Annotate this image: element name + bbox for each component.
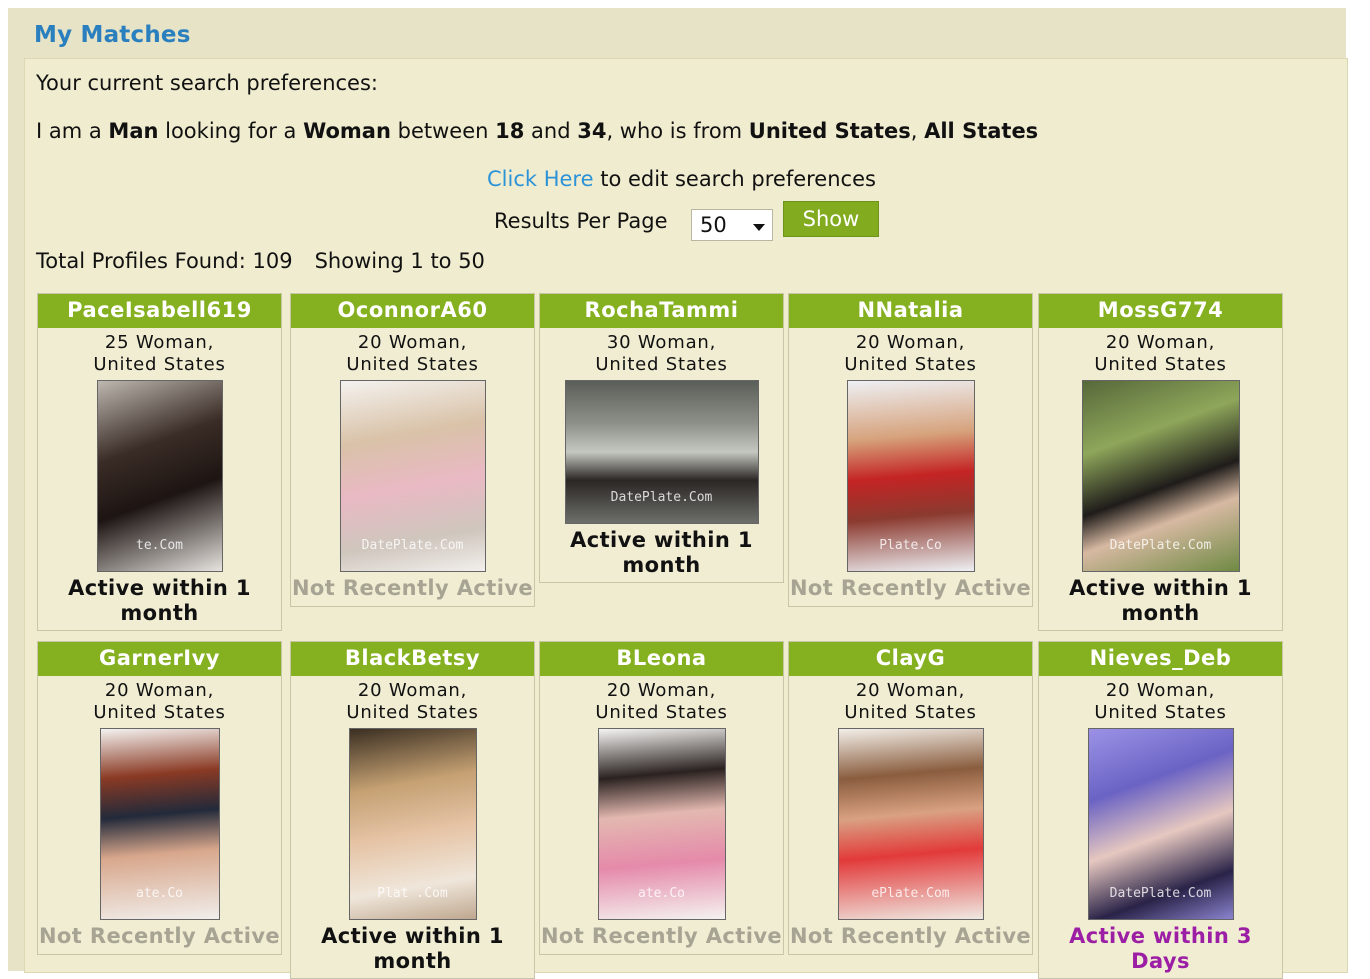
profile-card: NNatalia 20 Woman, United States Plate.Co… xyxy=(788,293,1033,607)
activity-status: Not Recently Active xyxy=(291,576,534,600)
profile-photo[interactable]: DatePlate.Com xyxy=(339,380,486,572)
pref-country: United States xyxy=(748,119,911,143)
profile-name[interactable]: ClayG xyxy=(789,642,1032,676)
profile-card: ClayG 20 Woman, United States ePlate.Com … xyxy=(788,641,1033,955)
profile-name[interactable]: BlackBetsy xyxy=(291,642,534,676)
profile-photo[interactable]: ate.Co xyxy=(597,728,726,920)
profile-card: OconnorA60 20 Woman, United States DatePl… xyxy=(290,293,535,607)
profile-card: GarnerIvy 20 Woman, United States ate.Co … xyxy=(37,641,282,955)
profile-photo[interactable]: te.Com xyxy=(96,380,223,572)
profile-card: BLeona 20 Woman, United States ate.Co Not… xyxy=(539,641,784,955)
results-per-page-select[interactable]: 50 xyxy=(691,209,773,241)
profile-card: PaceIsabell619 25 Woman, United States te… xyxy=(37,293,282,631)
activity-status: Active within 1 month xyxy=(1069,576,1252,625)
profile-name[interactable]: OconnorA60 xyxy=(291,294,534,328)
profile-photo[interactable]: Plat .Com xyxy=(348,728,477,920)
profile-photo[interactable]: ePlate.Com xyxy=(837,728,984,920)
chevron-down-icon xyxy=(753,224,765,231)
profile-info: 20 Woman, United States xyxy=(1094,332,1227,375)
activity-status: Not Recently Active xyxy=(38,924,281,948)
page-container: My Matches Your current search preferenc… xyxy=(8,8,1348,979)
pref-gender: Man xyxy=(108,119,159,143)
profile-card: MossG774 20 Woman, United States DatePlat… xyxy=(1038,293,1283,631)
activity-status: Not Recently Active xyxy=(789,576,1032,600)
pref-seeking: Woman xyxy=(303,119,391,143)
profile-name[interactable]: NNatalia xyxy=(789,294,1032,328)
profile-name[interactable]: GarnerIvy xyxy=(38,642,281,676)
profile-info: 20 Woman, United States xyxy=(346,332,479,375)
profile-card: RochaTammi 30 Woman, United States DatePl… xyxy=(539,293,784,583)
results-summary: Total Profiles Found: 109 Showing 1 to 50 xyxy=(36,249,485,273)
profile-name[interactable]: BLeona xyxy=(540,642,783,676)
activity-status: Not Recently Active xyxy=(540,924,783,948)
pref-region: All States xyxy=(924,119,1039,143)
profile-info: 20 Woman, United States xyxy=(93,680,226,723)
profile-info: 20 Woman, United States xyxy=(346,680,479,723)
activity-status: Active within 3 Days xyxy=(1069,924,1252,973)
profile-info: 25 Woman, United States xyxy=(93,332,226,375)
activity-status: Not Recently Active xyxy=(789,924,1032,948)
profile-name[interactable]: RochaTammi xyxy=(540,294,783,328)
profile-photo[interactable]: Plate.Co xyxy=(846,380,975,572)
showing-range: Showing 1 to 50 xyxy=(314,249,485,273)
profile-card: BlackBetsy 20 Woman, United States Plat .… xyxy=(290,641,535,979)
results-per-page-label: Results Per Page xyxy=(494,209,668,233)
profile-info: 20 Woman, United States xyxy=(844,680,977,723)
show-button[interactable]: Show xyxy=(783,201,879,237)
profile-info: 20 Woman, United States xyxy=(844,332,977,375)
profile-info: 20 Woman, United States xyxy=(595,680,728,723)
preferences-heading: Your current search preferences: xyxy=(36,71,378,95)
profile-photo[interactable]: DatePlate.Com xyxy=(1087,728,1234,920)
profile-name[interactable]: MossG774 xyxy=(1039,294,1282,328)
profile-photo[interactable]: ate.Co xyxy=(99,728,220,920)
pref-age-max: 34 xyxy=(577,119,607,143)
edit-preferences-link[interactable]: Click Here xyxy=(487,167,594,191)
profile-photo[interactable]: DatePlate.Com xyxy=(1081,380,1240,572)
preferences-summary: I am a Man looking for a Woman between 1… xyxy=(36,119,1039,143)
total-profiles: Total Profiles Found: 109 xyxy=(36,249,293,273)
profile-info: 30 Woman, United States xyxy=(595,332,728,375)
profile-info: 20 Woman, United States xyxy=(1094,680,1227,723)
profile-name[interactable]: PaceIsabell619 xyxy=(38,294,281,328)
page-title: My Matches xyxy=(34,22,191,48)
pref-age-min: 18 xyxy=(495,119,525,143)
matches-panel: Your current search preferences: I am a … xyxy=(24,58,1348,979)
activity-status: Active within 1 month xyxy=(68,576,251,625)
profile-photo[interactable]: DatePlate.Com xyxy=(564,380,759,524)
activity-status: Active within 1 month xyxy=(570,528,753,577)
profile-card: Nieves_Deb 20 Woman, United States DatePl… xyxy=(1038,641,1283,979)
edit-preferences-line: Click Here to edit search preferences xyxy=(487,167,876,191)
profile-name[interactable]: Nieves_Deb xyxy=(1039,642,1282,676)
activity-status: Active within 1 month xyxy=(321,924,504,973)
